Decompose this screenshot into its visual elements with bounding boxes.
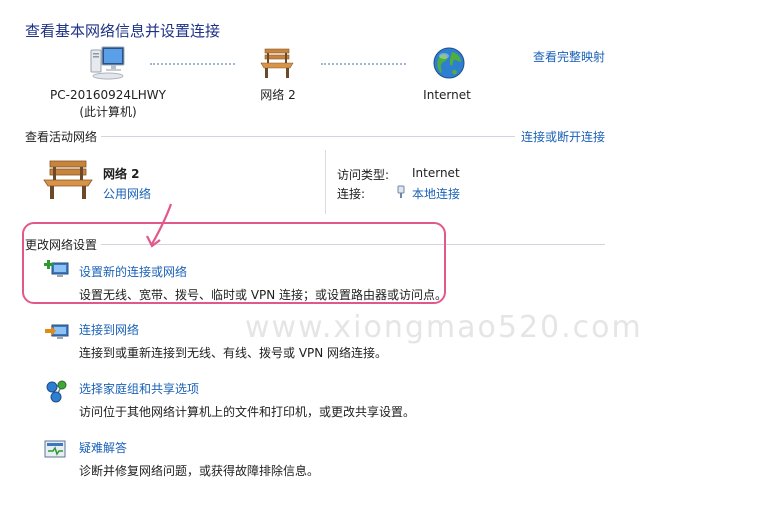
local-connection-link[interactable]: 本地连接: [412, 185, 460, 202]
connect-disconnect-link[interactable]: 连接或断开连接: [515, 128, 606, 145]
connector-line-1: [150, 63, 235, 65]
task-connect-network[interactable]: 连接到网络: [79, 321, 139, 338]
access-type-label: 访问类型:: [337, 168, 390, 182]
arrow-annotation: [146, 203, 173, 248]
globe-icon: [433, 47, 465, 79]
task-homegroup-sharing-desc: 访问位于其他网络计算机上的文件和打印机，或更改共享设置。: [79, 405, 416, 419]
task-connect-network-desc: 连接到或重新连接到无线、有线、拨号或 VPN 网络连接。: [79, 346, 388, 360]
connect-network-icon: [44, 321, 70, 347]
active-network-icon-wrap: [40, 157, 96, 201]
details-separator: [325, 150, 326, 214]
internet-node[interactable]: [432, 46, 466, 80]
highlight-box: [22, 222, 446, 304]
access-type-value: Internet: [412, 166, 460, 180]
bench-icon: [260, 48, 294, 78]
computer-name: PC-20160924LHWY: [50, 88, 166, 102]
page-title: 查看基本网络信息并设置连接: [25, 22, 221, 40]
network-node[interactable]: [258, 46, 296, 80]
task-troubleshoot-desc: 诊断并修复网络问题，或获得故障排除信息。: [79, 464, 320, 478]
connection-label: 连接:: [337, 187, 366, 201]
computer-label: PC-20160924LHWY (此计算机): [48, 87, 168, 121]
view-full-map-link[interactable]: 查看完整映射: [533, 48, 605, 65]
bench-icon: [43, 160, 93, 199]
task-troubleshoot[interactable]: 疑难解答: [79, 439, 127, 456]
homegroup-icon: [44, 379, 70, 407]
watermark: www.xiongmao520.com: [245, 310, 643, 345]
task-homegroup-sharing[interactable]: 选择家庭组和共享选项: [79, 380, 199, 397]
computer-icon: [90, 46, 125, 80]
network-label: 网络 2: [260, 88, 296, 102]
active-networks-heading: 查看活动网络: [25, 128, 102, 145]
troubleshoot-icon: [44, 439, 68, 465]
connector-line-2: [321, 63, 406, 65]
ethernet-icon: [396, 184, 406, 203]
computer-node[interactable]: [88, 44, 128, 82]
computer-sub-label: (此计算机): [79, 105, 137, 119]
internet-label: Internet: [423, 88, 471, 102]
active-network-name: 网络 2: [103, 167, 140, 181]
